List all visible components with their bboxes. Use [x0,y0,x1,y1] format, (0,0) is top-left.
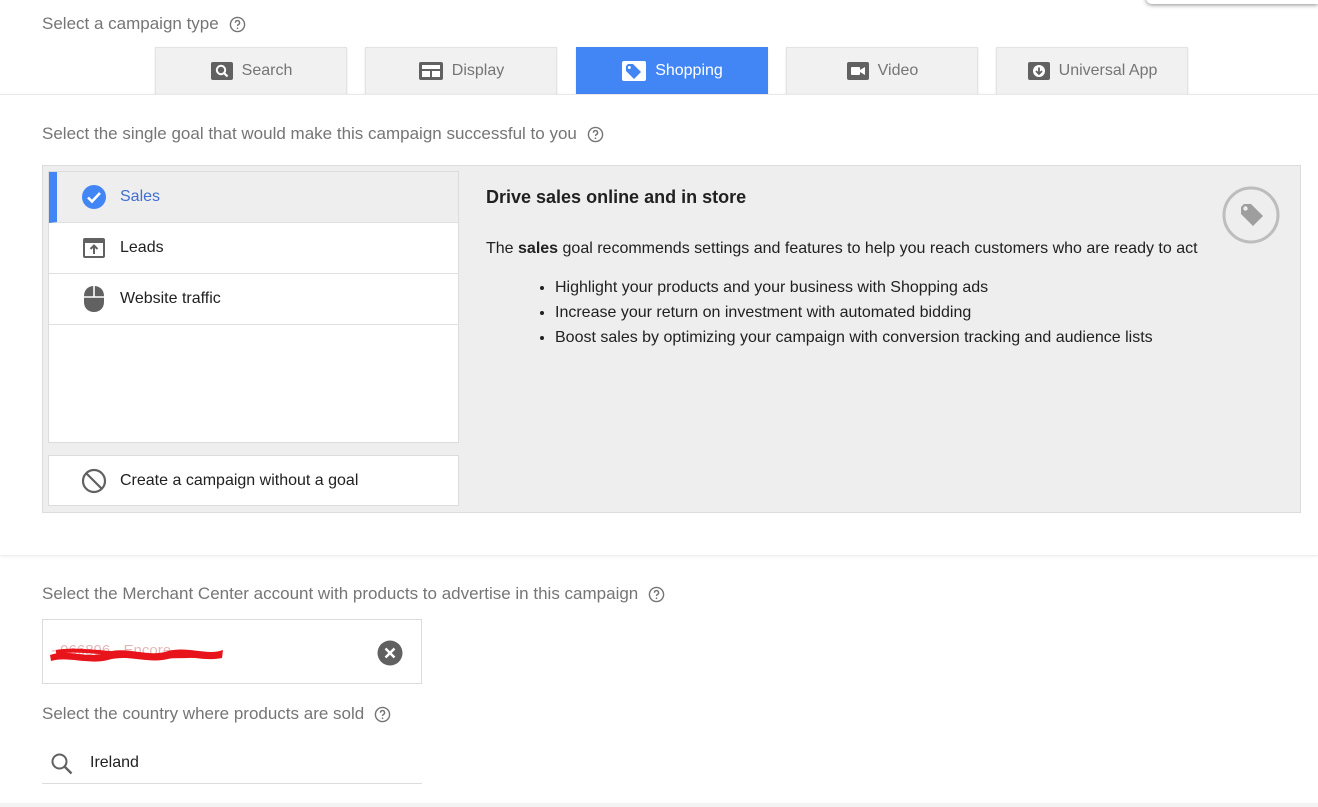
goal-list: Sales Leads Website traffic [48,171,459,443]
goal-detail-desc-bold: sales [518,240,559,257]
check-circle-icon [81,184,107,210]
country-input[interactable] [90,750,410,776]
help-icon[interactable] [374,706,391,723]
campaign-type-label: Select a campaign type [42,14,219,33]
goal-item-label: Website traffic [120,290,221,307]
tab-shopping-label: Shopping [655,62,723,79]
search-icon [51,753,73,775]
goal-detail-description: The sales goal recommends settings and f… [486,240,1198,258]
merchant-account-field[interactable]: - 966896 - Encore [42,619,422,684]
tab-display-label: Display [451,62,505,79]
no-goal-label: Create a campaign without a goal [120,471,359,489]
tab-video[interactable]: Video [786,47,978,94]
tab-shopping[interactable]: Shopping [576,47,768,94]
prohibited-icon [81,468,107,494]
search-icon [210,62,233,80]
tab-display[interactable]: Display [365,47,557,94]
country-label-row: Select the country where products are so… [42,704,391,724]
help-icon[interactable] [648,586,665,603]
mouse-icon [81,286,107,312]
goal-detail-bullet: Highlight your products and your busines… [555,278,1153,303]
section-divider [0,803,1318,807]
goal-item-label: Leads [120,239,164,256]
tab-video-label: Video [877,62,919,79]
goal-label: Select the single goal that would make t… [42,124,577,143]
tag-icon [622,61,647,81]
tab-universal-app-label: Universal App [1058,62,1158,79]
goal-item-label: Sales [120,188,161,205]
download-icon [1027,62,1050,80]
tag-icon [1222,186,1280,244]
goal-item-sales[interactable]: Sales [49,172,458,223]
goal-item-website-traffic[interactable]: Website traffic [49,274,458,325]
tab-universal-app[interactable]: Universal App [996,47,1188,94]
country-label: Select the country where products are so… [42,704,365,723]
display-icon [418,62,443,80]
merchant-label-row: Select the Merchant Center account with … [42,584,665,604]
tab-search-label: Search [241,62,293,79]
upload-box-icon [81,235,107,261]
help-icon[interactable] [587,126,604,143]
country-search-field [42,744,422,784]
goal-detail-title: Drive sales online and in store [486,187,747,207]
campaign-type-label-row: Select a campaign type [42,14,246,34]
goal-detail-desc-prefix: The [486,240,514,257]
overlay-edge [1146,0,1318,4]
merchant-label: Select the Merchant Center account with … [42,584,639,603]
goal-detail-bullet: Boost sales by optimizing your campaign … [555,328,1153,353]
goal-detail-bullet: Increase your return on investment with … [555,303,1153,328]
help-icon[interactable] [229,16,246,33]
video-camera-icon [846,62,869,80]
no-goal-option[interactable]: Create a campaign without a goal [48,455,459,506]
clear-icon[interactable] [377,640,403,666]
goal-item-leads[interactable]: Leads [49,223,458,274]
goal-label-row: Select the single goal that would make t… [42,124,604,144]
redaction-mark [50,648,223,662]
tab-search[interactable]: Search [155,47,347,94]
goal-detail-bullets: Highlight your products and your busines… [525,278,1153,353]
goal-detail-desc-suffix: goal recommends settings and features to… [562,240,1198,257]
